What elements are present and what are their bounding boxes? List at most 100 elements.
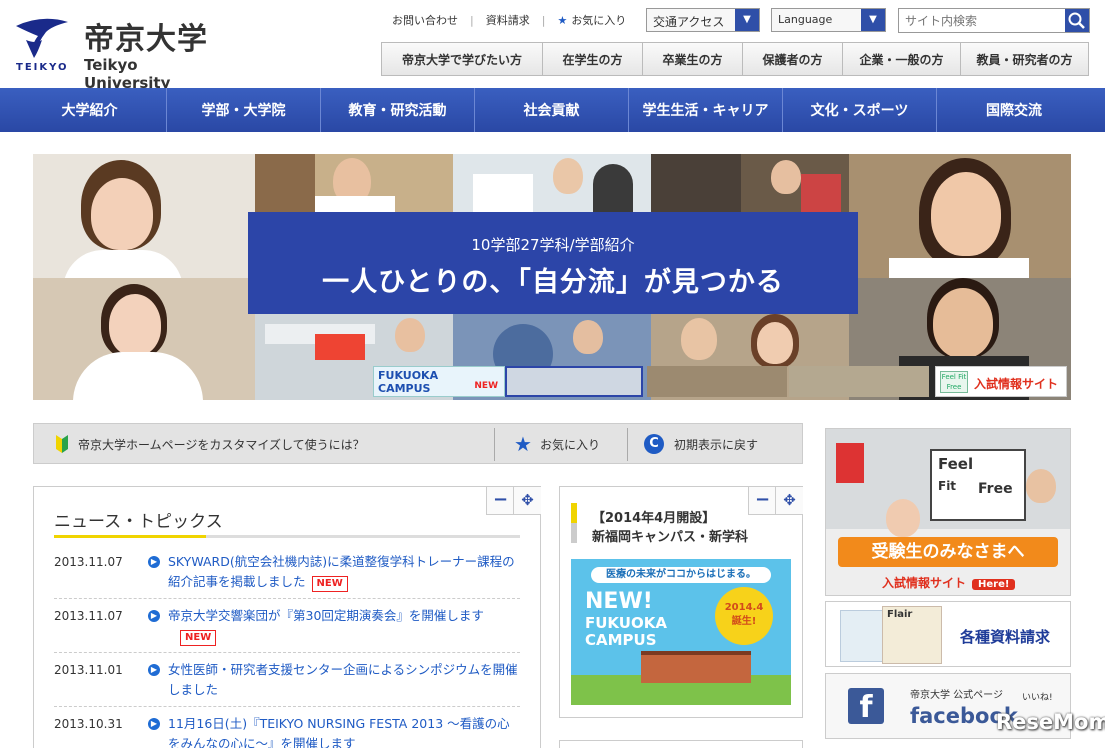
main-nav: 大学紹介 学部・大学院 教育・研究活動 社会貢献 学生生活・キャリア 文化・スポ…	[0, 88, 1105, 132]
news-item[interactable]: 2013.11.07 ▶ SKYWARD(航空会社機内誌)に柔道整復学科トレーナ…	[54, 552, 520, 599]
logo-english: Teikyo University	[84, 56, 171, 92]
heading-accent	[571, 523, 577, 543]
reset-layout-label: 初期表示に戻す	[674, 437, 759, 452]
ff-free: Free	[978, 481, 1013, 497]
fukuoka-campus-banner[interactable]: 医療の未来がココからはじまる。 NEW! FUKUOKA CAMPUS 2014.…	[571, 559, 791, 705]
fukuoka-campus-line2: CAMPUS	[585, 631, 657, 649]
admission-site-link[interactable]: 入試情報サイト Here!	[882, 574, 1016, 591]
nav-about[interactable]: 大学紹介	[13, 88, 167, 132]
news-item[interactable]: 2013.11.01 ▶ 女性医師・研究者支援センター企画によるシンポジウムを開…	[54, 660, 520, 707]
flag-graphic	[836, 443, 864, 483]
move-icon[interactable]: ✥	[775, 487, 803, 515]
opening-date-badge: 2014.4 誕生!	[715, 587, 773, 645]
nav-culture-sports[interactable]: 文化・スポーツ	[783, 88, 937, 132]
hero-thumbnail[interactable]	[505, 366, 643, 397]
language-select[interactable]: Language ▼	[771, 8, 886, 32]
news-link[interactable]: 女性医師・研究者支援センター企画によるシンポジウムを開催しました	[168, 660, 518, 700]
beginner-leaf-icon	[56, 435, 68, 453]
move-icon[interactable]: ✥	[513, 487, 541, 515]
feel-fit-free-logo: Feel Fit Free	[930, 449, 1026, 521]
hero-photo	[849, 154, 1071, 278]
add-favorite-label: お気に入り	[539, 437, 600, 452]
hero-thumbnail[interactable]	[789, 366, 929, 397]
fukuoka-badge-line1: FUKUOKA	[378, 369, 439, 382]
university-logo[interactable]: TEIKYO 帝京大学 Teikyo University	[12, 12, 222, 92]
news-item[interactable]: 2013.11.07 ▶ 帝京大学交響楽団が『第30回定期演奏会』を開催します N…	[54, 606, 520, 653]
star-icon: ★	[557, 14, 568, 27]
resemom-watermark: ReseMom	[996, 710, 1105, 734]
search-button[interactable]	[1065, 9, 1089, 32]
hero-collage[interactable]: 10学部27学科/学部紹介 一人ひとりの、「自分流」が見つかる FUKUOKA …	[33, 154, 1071, 400]
nav-research[interactable]: 教育・研究活動	[321, 88, 475, 132]
favorites-label: お気に入り	[571, 14, 627, 27]
like-label: いいね!	[1022, 693, 1053, 703]
admission-banner[interactable]: Feel Fit Free 受験生のみなさまへ 入試情報サイト Here!	[825, 428, 1071, 596]
utility-links: お問い合わせ | 資料請求 | ★ お気に入り	[380, 12, 638, 28]
audience-parents[interactable]: 保護者の方	[743, 43, 843, 75]
feel-fit-free-icon: Feel Fit Free	[940, 371, 968, 393]
news-title: ニュース・トピックス	[54, 512, 223, 532]
document-request-banner[interactable]: Flair 各種資料請求	[825, 601, 1071, 667]
add-favorite-button[interactable]: ★ お気に入り	[514, 432, 600, 456]
hero-banner[interactable]: 10学部27学科/学部紹介 一人ひとりの、「自分流」が見つかる	[248, 212, 858, 314]
hero-photo	[255, 154, 453, 212]
opening-date: 2014.4	[724, 602, 764, 613]
minimize-icon[interactable]: −	[748, 487, 776, 515]
admission-site-text: 入試情報サイト	[882, 576, 967, 590]
fukuoka-badge-new: NEW	[474, 381, 498, 391]
access-select[interactable]: 交通アクセス ▼	[646, 8, 760, 32]
brochure-link[interactable]: 資料請求	[474, 12, 542, 28]
fukuoka-new: NEW!	[585, 589, 653, 614]
access-select-value: 交通アクセス	[653, 15, 725, 29]
news-item[interactable]: 2013.10.31 ▶ 11月16日(土)『TEIKYO NURSING FE…	[54, 714, 520, 748]
search-icon	[1068, 12, 1085, 29]
fukuoka-heading-date: 【2014年4月開設】	[592, 511, 716, 526]
minimize-icon[interactable]: −	[486, 487, 514, 515]
news-date: 2013.11.07	[54, 609, 123, 623]
hero-subtitle: 10学部27学科/学部紹介	[471, 236, 635, 254]
audience-alumni[interactable]: 卒業生の方	[643, 43, 743, 75]
campus-building	[641, 655, 751, 683]
nav-social[interactable]: 社会貢献	[475, 88, 629, 132]
news-text: 帝京大学交響楽団が『第30回定期演奏会』を開催します	[168, 608, 484, 623]
fukuoka-tagline: 医療の未来がココからはじまる。	[591, 567, 771, 583]
nav-international[interactable]: 国際交流	[937, 88, 1091, 132]
customize-help-link[interactable]: 帝京大学ホームページをカスタマイズして使うには？	[78, 436, 365, 453]
news-link[interactable]: 11月16日(土)『TEIKYO NURSING FESTA 2013 ～看護の…	[168, 714, 518, 748]
search-input[interactable]	[899, 9, 1065, 32]
reset-layout-button[interactable]: C 初期表示に戻す	[644, 432, 758, 456]
divider	[494, 428, 495, 461]
news-link[interactable]: SKYWARD(航空会社機内誌)に柔道整復学科トレーナー課程の紹介記事を掲載しま…	[168, 552, 518, 592]
document-request-label: 各種資料請求	[960, 628, 1051, 646]
logo-mark-text: TEIKYO	[16, 62, 69, 73]
here-button: Here!	[972, 579, 1016, 590]
news-link[interactable]: 帝京大学交響楽団が『第30回定期演奏会』を開催します NEW	[168, 606, 518, 646]
hero-photo	[33, 154, 255, 278]
audience-prospective[interactable]: 帝京大学で学びたい方	[382, 43, 543, 75]
site-header: TEIKYO 帝京大学 Teikyo University お問い合わせ | 資…	[0, 0, 1105, 92]
language-select-value: Language	[778, 13, 833, 26]
hero-headline: 一人ひとりの、「自分流」が見つかる	[322, 267, 784, 298]
audience-business[interactable]: 企業・一般の方	[843, 43, 961, 75]
audience-researchers[interactable]: 教員・研究者の方	[961, 43, 1088, 75]
audience-students[interactable]: 在学生の方	[543, 43, 643, 75]
divider	[627, 428, 628, 461]
news-title-underline	[54, 535, 520, 538]
nav-campus-life[interactable]: 学生生活・キャリア	[629, 88, 783, 132]
contact-link[interactable]: お問い合わせ	[380, 12, 470, 28]
news-date: 2013.10.31	[54, 717, 123, 731]
news-title-accent	[54, 535, 206, 538]
admission-banner-title: 受験生のみなさまへ	[838, 537, 1058, 567]
favorites-link[interactable]: ★ お気に入り	[545, 12, 638, 28]
admission-site-badge[interactable]: Feel Fit Free 入試情報サイト	[935, 366, 1067, 397]
fukuoka-campus-badge[interactable]: FUKUOKA CAMPUS NEW	[373, 366, 505, 397]
star-icon: ★	[514, 432, 532, 456]
nav-faculties[interactable]: 学部・大学院	[167, 88, 321, 132]
student-face	[1026, 469, 1056, 503]
hero-thumbnail[interactable]	[647, 366, 787, 397]
customize-bar: 帝京大学ホームページをカスタマイズして使うには？ ★ お気に入り C 初期表示に…	[33, 423, 803, 464]
news-date: 2013.11.01	[54, 663, 123, 677]
news-panel: − ✥ ニュース・トピックス 2013.11.07 ▶ SKYWARD(航空会社…	[33, 486, 541, 748]
bullet-arrow-icon: ▶	[148, 664, 160, 676]
brochure-image	[840, 610, 888, 662]
